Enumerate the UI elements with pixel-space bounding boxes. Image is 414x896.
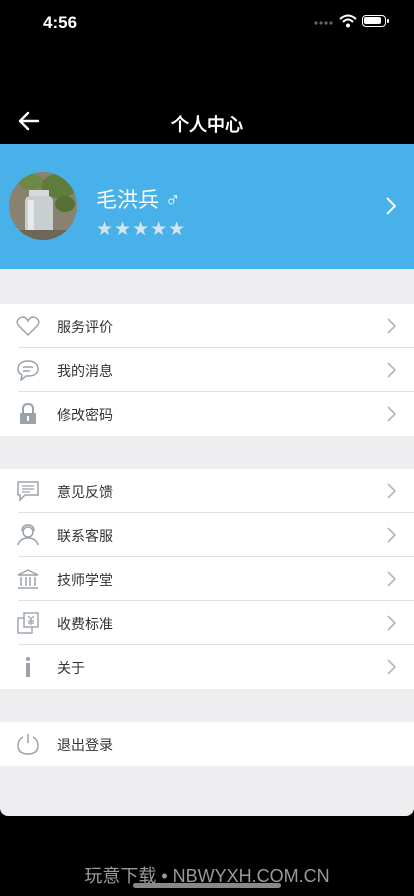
chevron-right-icon — [386, 197, 396, 215]
menu-label: 技师学堂 — [57, 572, 113, 588]
price-tag-icon — [17, 612, 39, 634]
menu-item-about[interactable]: 关于 — [0, 645, 414, 689]
menu-label: 联系客服 — [57, 528, 113, 544]
wifi-icon — [339, 14, 357, 28]
menu-label: 服务评价 — [57, 319, 113, 335]
chevron-right-icon — [387, 318, 396, 334]
menu-label: 我的消息 — [57, 363, 113, 379]
menu-item-service-review[interactable]: 服务评价 — [0, 304, 414, 348]
status-time: 4:56 — [43, 13, 78, 32]
page-title: 个人中心 — [171, 115, 243, 135]
logout-button[interactable]: 退出登录 — [0, 722, 414, 766]
chevron-right-icon — [387, 571, 396, 587]
feedback-icon — [17, 481, 39, 502]
battery-icon — [362, 15, 389, 27]
user-name: 毛洪兵 ♂ — [96, 189, 181, 212]
chevron-right-icon — [387, 406, 396, 422]
menu-group-account: 服务评价 我的消息 修改密码 — [0, 304, 414, 436]
school-building-icon — [17, 569, 39, 589]
content-area: 毛洪兵 ♂ ★★★★★ 服务评价 我的消息 修改密码 意见反馈 联系客服 技师学… — [0, 144, 414, 816]
chevron-right-icon — [387, 659, 396, 675]
info-icon — [26, 657, 30, 677]
nav-bar: 个人中心 — [0, 100, 414, 144]
menu-group-support: 意见反馈 联系客服 技师学堂 收费标准 关于 — [0, 469, 414, 689]
logout-label: 退出登录 — [57, 737, 113, 753]
rating-stars: ★★★★★ — [96, 219, 187, 240]
home-indicator[interactable] — [133, 883, 281, 888]
menu-item-my-messages[interactable]: 我的消息 — [0, 348, 414, 392]
menu-item-contact-service[interactable]: 联系客服 — [0, 513, 414, 557]
menu-item-fee-standard[interactable]: 收费标准 — [0, 601, 414, 645]
chevron-right-icon — [387, 362, 396, 378]
menu-item-change-password[interactable]: 修改密码 — [0, 392, 414, 436]
status-bar: 4:56 — [0, 0, 414, 46]
profile-card[interactable]: 毛洪兵 ♂ ★★★★★ — [0, 144, 414, 269]
chevron-right-icon — [387, 615, 396, 631]
lock-icon — [20, 403, 36, 424]
menu-group-logout: 退出登录 — [0, 722, 414, 766]
menu-label: 关于 — [57, 660, 85, 676]
menu-item-feedback[interactable]: 意见反馈 — [0, 469, 414, 513]
chevron-right-icon — [387, 483, 396, 499]
menu-item-technician-school[interactable]: 技师学堂 — [0, 557, 414, 601]
chevron-right-icon — [387, 527, 396, 543]
avatar[interactable] — [9, 172, 77, 240]
signal-icon — [314, 21, 333, 25]
menu-label: 意见反馈 — [57, 484, 113, 500]
customer-service-icon — [17, 524, 39, 546]
menu-label: 收费标准 — [57, 616, 113, 632]
menu-label: 修改密码 — [57, 407, 113, 423]
heart-icon — [16, 316, 40, 337]
power-icon — [17, 734, 39, 755]
message-bubble-icon — [17, 360, 39, 381]
